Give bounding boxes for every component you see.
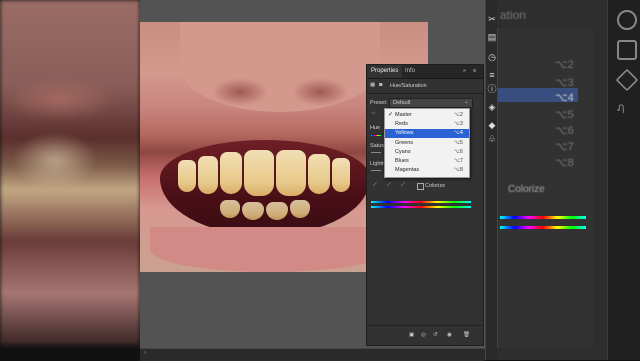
view-previous-icon[interactable]: ◎ xyxy=(421,332,426,338)
channel-option-greens[interactable]: Greens ⌥5 xyxy=(385,139,469,148)
hue-label: Hue xyxy=(370,125,381,131)
blurred-panel-title: ation xyxy=(500,8,527,22)
channel-option-label: Blues xyxy=(395,158,409,164)
eyedropper-icon[interactable]: ⟋ xyxy=(373,182,377,189)
channel-option-shortcut: ⌥5 xyxy=(453,139,463,146)
blurred-shortcut: ⌥4 xyxy=(555,92,574,104)
channel-option-magentas[interactable]: Magentas ⌥8 xyxy=(385,166,469,175)
status-bar: › xyxy=(140,348,485,361)
photo-lower-lip xyxy=(150,227,390,272)
layers-icon[interactable] xyxy=(615,68,639,92)
colorize-checkbox[interactable] xyxy=(417,183,424,190)
blurred-shortcut: ⌥8 xyxy=(555,157,574,169)
channel-option-yellows[interactable]: Yellows ⌥4 xyxy=(385,129,469,139)
channel-option-label: Magentas xyxy=(395,167,420,174)
adjustment-layer-icon: ▦ xyxy=(370,82,376,88)
channel-option-shortcut: ⌥4 xyxy=(453,130,463,137)
hue-slider[interactable] xyxy=(371,135,381,136)
channel-option-label: Greens xyxy=(395,139,414,146)
colorize-label: Colorize xyxy=(425,183,446,189)
divider xyxy=(367,93,483,94)
clip-to-layer-icon[interactable]: ▣ xyxy=(409,332,414,338)
preset-value: Default xyxy=(393,100,411,106)
channel-option-label: Yellows xyxy=(395,130,414,137)
channel-option-shortcut: ⌥3 xyxy=(453,121,463,128)
hue-bar-bottom xyxy=(371,206,471,208)
3d-icon[interactable] xyxy=(617,40,637,60)
blurred-shortcut: ⌥3 xyxy=(555,77,574,89)
preset-label: Preset: xyxy=(370,100,388,106)
status-arrow-icon[interactable]: › xyxy=(144,350,146,356)
eyedropper-minus-icon[interactable]: ⟋ xyxy=(401,182,405,189)
channel-option-blues[interactable]: Blues ⌥7 xyxy=(385,157,469,166)
info-icon[interactable] xyxy=(617,10,637,30)
tab-info[interactable]: Info xyxy=(401,65,419,78)
channel-option-label: Reds xyxy=(395,121,408,128)
channel-option-shortcut: ⌥7 xyxy=(453,158,463,164)
properties-footer: ▣ ◎ ↺ ◉ 🗑 xyxy=(367,325,483,346)
eyedropper-plus-icon[interactable]: ⟋ xyxy=(387,182,391,189)
channel-option-master[interactable]: ✓ Master ⌥2 xyxy=(385,111,469,120)
blurred-colorize-label: Colorize xyxy=(508,184,545,195)
saturation-slider[interactable] xyxy=(371,152,381,153)
photo-nose xyxy=(180,22,380,112)
channel-option-shortcut: ⌥8 xyxy=(453,167,463,174)
targeted-adjustment-hand-icon[interactable]: ☜ xyxy=(371,111,376,117)
channel-option-reds[interactable]: Reds ⌥3 xyxy=(385,120,469,129)
blurred-shortcut: ⌥2 xyxy=(555,59,574,71)
collapse-panel-icon[interactable]: » xyxy=(463,68,466,74)
paths-icon[interactable]: ฦ xyxy=(617,98,633,114)
channel-option-shortcut: ⌥6 xyxy=(453,148,463,155)
panel-menu-icon[interactable]: ≡ xyxy=(473,68,476,74)
reset-icon[interactable]: ↺ xyxy=(433,332,438,338)
chevron-down-icon: ⌄ xyxy=(464,99,469,105)
hue-bar-top xyxy=(371,201,471,203)
preset-select[interactable]: Default ⌄ xyxy=(389,98,473,108)
trash-icon[interactable]: 🗑 xyxy=(463,332,470,338)
checkmark-icon: ✓ xyxy=(388,112,394,118)
blurred-hue-bar xyxy=(500,216,586,219)
blurred-background-zoom xyxy=(0,0,140,345)
blurred-shortcut: ⌥6 xyxy=(555,125,574,137)
photo-mouth xyxy=(160,140,370,235)
right-icon-bar: ฦ xyxy=(607,0,640,360)
properties-panel: Properties Info » ≡ ▦ ◙ Hue/Saturation P… xyxy=(366,64,484,346)
blurred-shortcut: ⌥7 xyxy=(555,141,574,153)
channel-dropdown-menu: ✓ Master ⌥2 Reds ⌥3 Yellows ⌥4 Greens ⌥5 Cyans ⌥6 B… xyxy=(384,108,470,178)
lightness-slider[interactable] xyxy=(371,170,381,171)
channel-option-label: Cyans xyxy=(395,148,411,155)
channel-option-shortcut: ⌥2 xyxy=(453,112,463,118)
layer-mask-icon: ◙ xyxy=(379,82,383,88)
channel-option-cyans[interactable]: Cyans ⌥6 xyxy=(385,148,469,157)
tab-properties[interactable]: Properties xyxy=(367,65,403,78)
blurred-shortcut: ⌥5 xyxy=(555,109,574,121)
blurred-hue-bar xyxy=(500,226,586,229)
properties-panel-header: Properties Info » ≡ xyxy=(367,65,483,79)
visibility-eye-icon[interactable]: ◉ xyxy=(447,332,452,338)
adjustment-title: Hue/Saturation xyxy=(390,83,427,89)
channel-option-label: Master xyxy=(395,112,412,118)
